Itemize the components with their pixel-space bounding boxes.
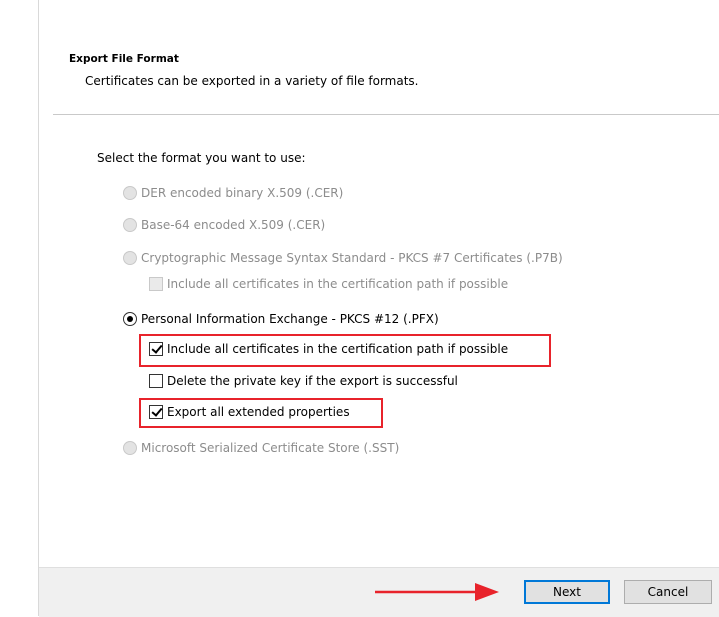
radio-button[interactable] [123,312,137,326]
radio-der[interactable]: DER encoded binary X.509 (.CER) [123,186,343,200]
format-prompt: Select the format you want to use: [97,151,306,165]
page-description: Certificates can be exported in a variet… [85,74,419,88]
next-button[interactable]: Next [524,580,610,604]
checkbox[interactable] [149,374,163,388]
certificate-export-wizard: Export File Format Certificates can be e… [38,0,719,617]
checkbox-pfx-include-all-label: Include all certificates in the certific… [167,342,509,356]
radio-base64-label: Base-64 encoded X.509 (.CER) [141,218,326,232]
checkbox-pfx-delete-key[interactable]: Delete the private key if the export is … [149,374,458,388]
radio-pkcs7-label: Cryptographic Message Syntax Standard - … [141,251,563,265]
radio-pfx-label: Personal Information Exchange - PKCS #12… [141,312,439,326]
radio-der-label: DER encoded binary X.509 (.CER) [141,186,344,200]
radio-button[interactable] [123,218,137,232]
checkbox-pfx-export-ext[interactable]: Export all extended properties [149,405,350,419]
checkbox[interactable] [149,342,163,356]
radio-button[interactable] [123,251,137,265]
radio-sst-label: Microsoft Serialized Certificate Store (… [141,441,400,455]
radio-sst[interactable]: Microsoft Serialized Certificate Store (… [123,441,399,455]
arrow-right-icon [375,583,499,601]
header-divider [53,114,719,115]
cancel-button[interactable]: Cancel [624,580,712,604]
checkbox-pfx-delete-key-label: Delete the private key if the export is … [167,374,458,388]
checkbox-pfx-include-all[interactable]: Include all certificates in the certific… [149,342,508,356]
checkbox-pkcs7-include-all[interactable]: Include all certificates in the certific… [149,277,508,291]
checkbox-pkcs7-include-all-label: Include all certificates in the certific… [167,277,509,291]
page-title: Export File Format [69,53,179,65]
radio-pfx[interactable]: Personal Information Exchange - PKCS #12… [123,312,439,326]
radio-pkcs7[interactable]: Cryptographic Message Syntax Standard - … [123,251,563,265]
radio-button[interactable] [123,441,137,455]
checkbox[interactable] [149,277,163,291]
radio-button[interactable] [123,186,137,200]
checkbox-pfx-export-ext-label: Export all extended properties [167,405,350,419]
radio-base64[interactable]: Base-64 encoded X.509 (.CER) [123,218,325,232]
checkbox[interactable] [149,405,163,419]
